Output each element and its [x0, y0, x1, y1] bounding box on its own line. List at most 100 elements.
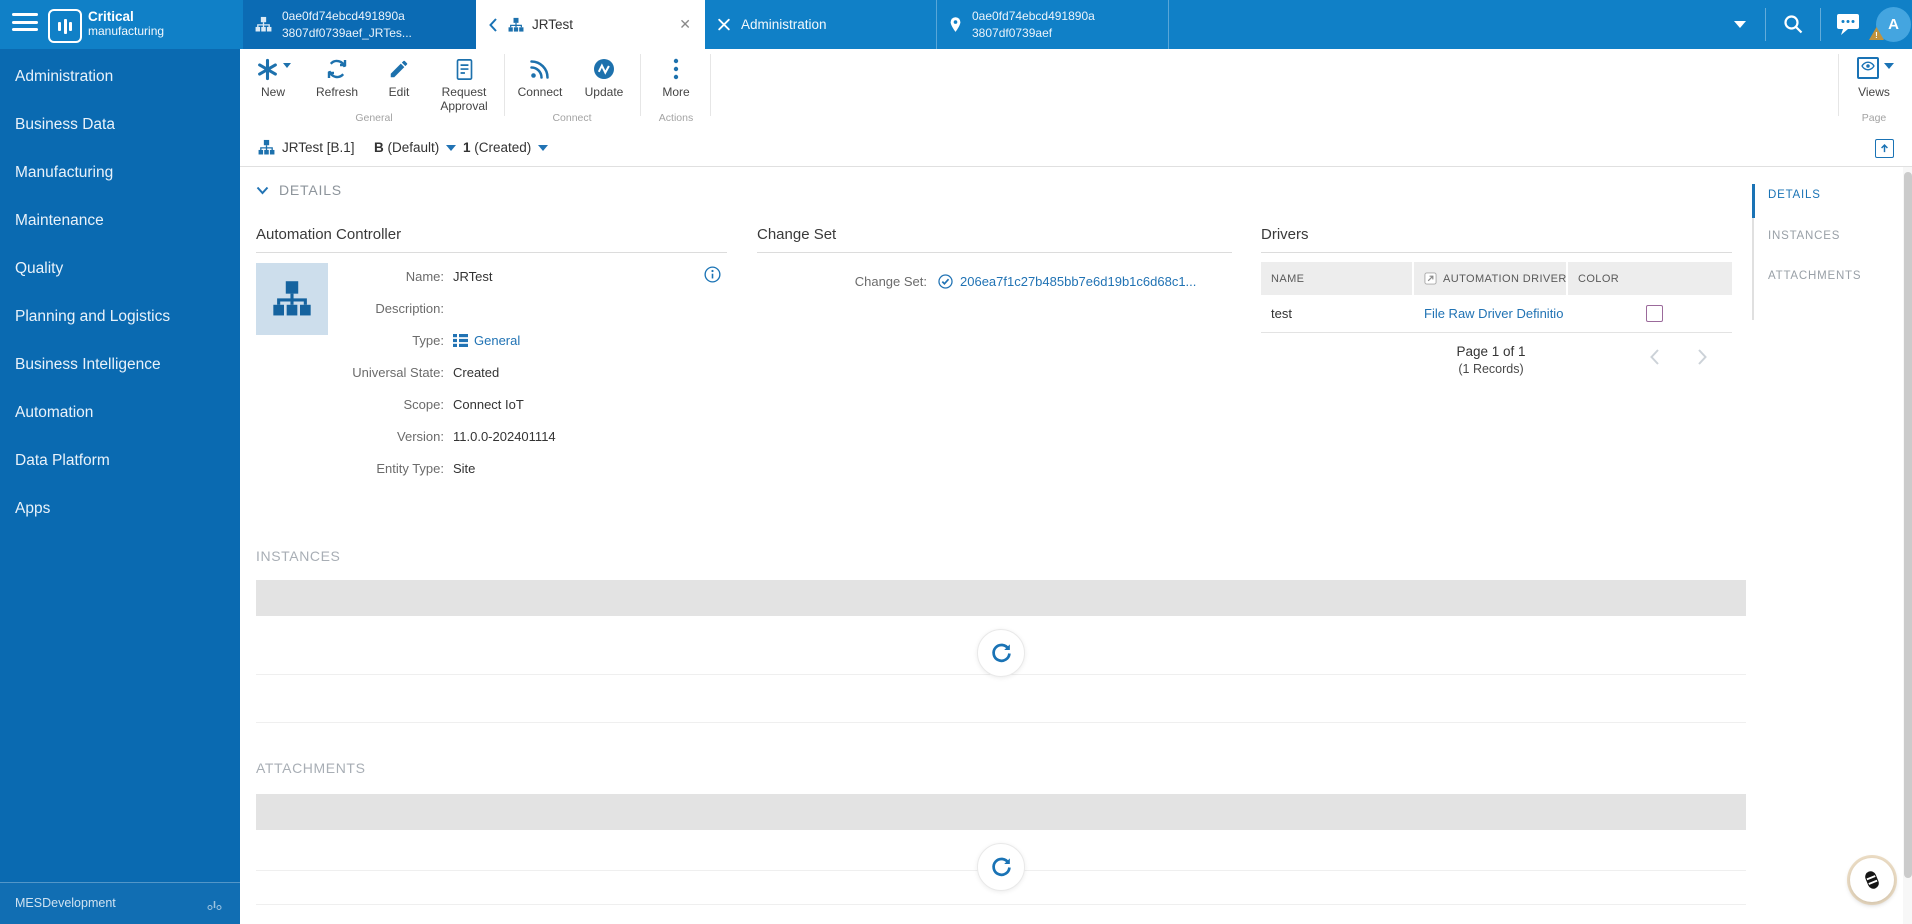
sidebar-item-automation[interactable]: Automation: [0, 389, 240, 437]
tab-location-instance[interactable]: 0ae0fd74ebcd491890a 3807df0739aef: [937, 0, 1169, 49]
action-ribbon: New Refresh Edit Request Approval Connec…: [240, 49, 1912, 131]
chevron-down-icon: [256, 186, 269, 194]
topbar-separator: [1820, 8, 1821, 41]
drivers-table-header: NAME AUTOMATION DRIVER DE COLOR: [1261, 262, 1732, 295]
tools-icon: [717, 18, 731, 32]
sidebar-item-business-data[interactable]: Business Data: [0, 101, 240, 149]
tab-jrtest-current[interactable]: JRTest ✕: [476, 0, 705, 49]
column-header-automation-driver-definition[interactable]: AUTOMATION DRIVER DE: [1414, 262, 1568, 295]
request-approval-button[interactable]: Request Approval: [428, 55, 500, 123]
page-content: DETAILS Automation Controller Name: JRTe…: [240, 166, 1903, 924]
hierarchy-icon: [508, 17, 524, 33]
environment-indicator[interactable]: MESDevelopment: [0, 882, 240, 924]
anchor-details[interactable]: DETAILS: [1768, 189, 1821, 201]
field-entity-type: Entity Type: Site: [376, 460, 476, 476]
list-type-icon: [453, 333, 468, 347]
change-set-panel-title: Change Set: [757, 226, 1232, 253]
drivers-table: NAME AUTOMATION DRIVER DE COLOR test Fil…: [1261, 262, 1732, 333]
field-name: Name: JRTest: [405, 268, 493, 284]
list-stripe: [256, 904, 1746, 905]
environment-name: MESDevelopment: [15, 896, 116, 910]
expand-panel-icon[interactable]: [1875, 139, 1894, 158]
search-icon[interactable]: [1782, 13, 1804, 40]
brand-text: Critical manufacturing: [88, 9, 164, 38]
close-tab-icon[interactable]: ✕: [677, 14, 693, 35]
list-stripe: [256, 722, 1746, 723]
reference-link-icon: [1424, 272, 1437, 285]
feedback-button[interactable]: [1850, 858, 1894, 902]
top-bar: Critical manufacturing 0ae0fd74ebcd49189…: [0, 0, 1912, 49]
brand-line2: manufacturing: [88, 23, 165, 38]
state-selector[interactable]: 1 (Created): [463, 130, 549, 165]
info-icon[interactable]: [703, 265, 722, 289]
sidebar-item-data-platform[interactable]: Data Platform: [0, 437, 240, 485]
attachments-loading-spinner: [977, 843, 1025, 891]
details-section-toggle[interactable]: DETAILS: [256, 182, 342, 198]
sidebar-item-administration[interactable]: Administration: [0, 53, 240, 101]
document-icon: [428, 55, 500, 83]
application-window: Critical manufacturing 0ae0fd74ebcd49189…: [0, 0, 1912, 924]
next-page-icon[interactable]: [1697, 348, 1708, 371]
views-button[interactable]: [1857, 57, 1879, 79]
sync-circle-icon: [574, 55, 634, 83]
hierarchy-icon: [273, 281, 311, 316]
broadcast-icon: [510, 55, 570, 83]
field-type: Type: General: [412, 332, 521, 348]
tab-administration-label: Administration: [741, 17, 827, 32]
feedback-logo-icon: [1865, 871, 1879, 889]
views-eye-icon: [1861, 59, 1875, 78]
hamburger-menu-icon[interactable]: [12, 13, 38, 35]
sidebar-item-quality[interactable]: Quality: [0, 245, 240, 293]
field-scope: Scope: Connect IoT: [403, 396, 524, 412]
tab-administration[interactable]: Administration: [705, 0, 937, 49]
sidebar-item-manufacturing[interactable]: Manufacturing: [0, 149, 240, 197]
tab-strip: 0ae0fd74ebcd491890a 3807df0739aef_JRTes.…: [243, 0, 1169, 49]
change-set-link[interactable]: 206ea7f1c27b485bb7e6d19b1c6d68c1...: [960, 274, 1196, 289]
ribbon-separator: [1838, 54, 1839, 116]
more-dots-icon: [646, 55, 706, 83]
views-label: Views: [1858, 85, 1890, 99]
type-link[interactable]: General: [474, 333, 520, 348]
automation-controller-panel-title: Automation Controller: [256, 226, 727, 253]
new-button[interactable]: New: [244, 55, 302, 123]
driver-definition-cell: File Raw Driver Definitio: [1414, 295, 1568, 332]
sidebar-item-apps[interactable]: Apps: [0, 485, 240, 533]
sidebar-item-maintenance[interactable]: Maintenance: [0, 197, 240, 245]
anchor-instances[interactable]: INSTANCES: [1768, 230, 1840, 242]
anchor-attachments[interactable]: ATTACHMENTS: [1768, 270, 1861, 282]
hierarchy-icon: [255, 16, 272, 33]
topbar-separator: [1765, 8, 1766, 41]
tab-overflow-caret-icon[interactable]: [1734, 21, 1746, 28]
check-circle-icon: [937, 273, 954, 290]
skeleton-bar: [256, 580, 1746, 616]
sidebar-item-business-intelligence[interactable]: Business Intelligence: [0, 341, 240, 389]
driver-table-row[interactable]: test File Raw Driver Definitio: [1261, 295, 1732, 333]
messages-icon[interactable]: [1836, 13, 1860, 41]
skeleton-bar: [256, 794, 1746, 830]
column-header-color[interactable]: COLOR: [1568, 262, 1732, 295]
tab-entity-label: 0ae0fd74ebcd491890a 3807df0739aef_JRTes.…: [282, 9, 412, 40]
column-header-name[interactable]: NAME: [1261, 262, 1414, 295]
tab-entity-instance[interactable]: 0ae0fd74ebcd491890a 3807df0739aef_JRTes.…: [243, 0, 476, 49]
chevron-down-icon: [538, 145, 549, 152]
views-caret-icon[interactable]: [1884, 63, 1894, 69]
pencil-icon: [374, 55, 424, 83]
drivers-panel-title: Drivers: [1261, 226, 1732, 253]
ribbon-group-actions: Actions: [658, 112, 694, 124]
instances-section-title: INSTANCES: [256, 548, 341, 564]
previous-page-icon[interactable]: [1649, 348, 1660, 371]
back-chevron-icon[interactable]: [488, 17, 498, 33]
color-checkbox[interactable]: [1646, 305, 1663, 322]
critical-manufacturing-logo-icon: [48, 9, 82, 43]
driver-definition-link[interactable]: File Raw Driver Definitio: [1424, 306, 1563, 321]
entity-name-version: JRTest [B.1]: [282, 140, 355, 155]
chevron-down-icon: [446, 145, 457, 152]
loading-spinner-icon: [991, 643, 1011, 662]
sidebar-item-planning-and-logistics[interactable]: Planning and Logistics: [0, 293, 240, 341]
ribbon-separator: [640, 54, 641, 116]
driver-color-cell: [1568, 295, 1732, 332]
version-selector[interactable]: B (Default): [374, 130, 457, 165]
vertical-scrollbar[interactable]: [1903, 172, 1912, 878]
automation-controller-fields: Name: JRTest Description: Type: General …: [332, 260, 555, 484]
attachments-section-title: ATTACHMENTS: [256, 760, 366, 776]
